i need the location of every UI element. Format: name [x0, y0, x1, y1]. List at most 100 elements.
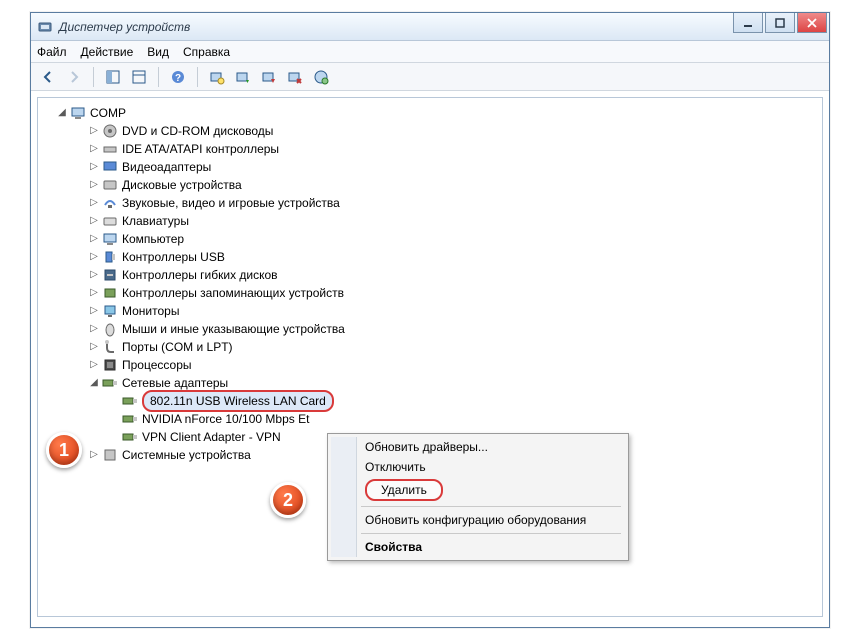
expander-icon[interactable]: ▷ — [88, 302, 100, 320]
category-label: Контроллеры запоминающих устройств — [122, 284, 344, 302]
toolbar: ? — [31, 63, 829, 91]
menu-help[interactable]: Справка — [183, 45, 230, 59]
device-category-icon — [102, 249, 118, 265]
tree-category[interactable]: ▷ Компьютер — [42, 230, 818, 248]
tree-category[interactable]: ▷ Контроллеры USB — [42, 248, 818, 266]
tree-category[interactable]: ▷ Контроллеры запоминающих устройств — [42, 284, 818, 302]
tree-root[interactable]: ◢ COMP — [42, 104, 818, 122]
category-label: DVD и CD-ROM дисководы — [122, 122, 273, 140]
expander-icon[interactable]: ▷ — [88, 284, 100, 302]
expander-icon[interactable]: ▷ — [88, 230, 100, 248]
category-label: Контроллеры гибких дисков — [122, 266, 278, 284]
network-card-icon — [122, 411, 138, 427]
show-hide-tree-button[interactable] — [102, 66, 124, 88]
tree-category[interactable]: ▷ Клавиатуры — [42, 212, 818, 230]
device-manager-window: Диспетчер устройств Файл Действие Вид Сп… — [30, 12, 830, 628]
category-label: Контроллеры USB — [122, 248, 225, 266]
device-category-icon — [102, 195, 118, 211]
expander-icon[interactable]: ▷ — [88, 122, 100, 140]
ctx-properties[interactable]: Свойства — [331, 537, 625, 557]
ctx-update-drivers[interactable]: Обновить драйверы... — [331, 437, 625, 457]
disable-button[interactable] — [258, 66, 280, 88]
expander-icon[interactable]: ▷ — [88, 194, 100, 212]
device-category-icon — [102, 177, 118, 193]
device-category-icon — [102, 339, 118, 355]
expander-icon[interactable]: ▷ — [88, 248, 100, 266]
menu-action[interactable]: Действие — [81, 45, 134, 59]
expander-icon[interactable]: ▷ — [88, 356, 100, 374]
device-category-icon — [102, 213, 118, 229]
help-button[interactable]: ? — [167, 66, 189, 88]
network-adapter-item[interactable]: 802.11n USB Wireless LAN Card — [42, 392, 818, 410]
ctx-delete[interactable]: Удалить — [365, 479, 443, 501]
category-label: Мониторы — [122, 302, 179, 320]
legacy-add-button[interactable] — [310, 66, 332, 88]
tree-category[interactable]: ▷ IDE ATA/ATAPI контроллеры — [42, 140, 818, 158]
app-icon — [37, 19, 53, 35]
minimize-button[interactable] — [733, 13, 763, 33]
expander-icon[interactable]: ▷ — [88, 140, 100, 158]
expander-icon[interactable]: ▷ — [88, 158, 100, 176]
callout-1: 1 — [46, 432, 82, 468]
category-label: Системные устройства — [122, 446, 251, 464]
tree-category[interactable]: ▷ Видеоадаптеры — [42, 158, 818, 176]
computer-icon — [70, 105, 86, 121]
expander-icon[interactable]: ◢ — [56, 104, 68, 122]
properties-button[interactable] — [128, 66, 150, 88]
tree-category[interactable]: ▷ Контроллеры гибких дисков — [42, 266, 818, 284]
tree-category[interactable]: ▷Порты (COM и LPT) — [42, 338, 818, 356]
network-card-icon — [122, 393, 138, 409]
device-category-icon — [102, 375, 118, 391]
tree-category[interactable]: ▷ DVD и CD-ROM дисководы — [42, 122, 818, 140]
nav-back-button[interactable] — [37, 66, 59, 88]
svg-text:?: ? — [175, 73, 181, 84]
menu-separator — [361, 533, 621, 534]
ctx-disable[interactable]: Отключить — [331, 457, 625, 477]
menu-separator — [361, 506, 621, 507]
device-label: VPN Client Adapter - VPN — [142, 428, 281, 446]
device-category-icon — [102, 159, 118, 175]
menu-view[interactable]: Вид — [147, 45, 169, 59]
category-label: Звуковые, видео и игровые устройства — [122, 194, 340, 212]
expander-icon[interactable]: ◢ — [88, 374, 100, 392]
maximize-button[interactable] — [765, 13, 795, 33]
context-menu: Обновить драйверы... Отключить Удалить О… — [327, 433, 629, 561]
menu-file[interactable]: Файл — [37, 45, 67, 59]
expander-icon[interactable]: ▷ — [88, 338, 100, 356]
tree-category[interactable]: ▷Мыши и иные указывающие устройства — [42, 320, 818, 338]
device-category-icon — [102, 303, 118, 319]
device-category-icon — [102, 267, 118, 283]
device-category-icon — [102, 231, 118, 247]
network-card-icon — [122, 429, 138, 445]
titlebar[interactable]: Диспетчер устройств — [31, 13, 829, 41]
category-label: Процессоры — [122, 356, 192, 374]
uninstall-button[interactable] — [284, 66, 306, 88]
category-label: Видеоадаптеры — [122, 158, 211, 176]
ctx-rescan[interactable]: Обновить конфигурацию оборудования — [331, 510, 625, 530]
expander-icon[interactable]: ▷ — [88, 320, 100, 338]
device-label: NVIDIA nForce 10/100 Mbps Et — [142, 410, 309, 428]
expander-icon[interactable]: ▷ — [88, 446, 100, 464]
update-driver-button[interactable] — [232, 66, 254, 88]
tree-category[interactable]: ▷ Звуковые, видео и игровые устройства — [42, 194, 818, 212]
menubar: Файл Действие Вид Справка — [31, 41, 829, 63]
window-title: Диспетчер устройств — [59, 20, 190, 34]
close-button[interactable] — [797, 13, 827, 33]
expander-icon[interactable]: ▷ — [88, 212, 100, 230]
expander-icon[interactable]: ▷ — [88, 266, 100, 284]
tree-category[interactable]: ▷ Мониторы — [42, 302, 818, 320]
device-category-icon — [102, 285, 118, 301]
category-label: IDE ATA/ATAPI контроллеры — [122, 140, 279, 158]
device-category-icon — [102, 321, 118, 337]
tree-category[interactable]: ▷Дисковые устройства — [42, 176, 818, 194]
selected-device[interactable]: 802.11n USB Wireless LAN Card — [142, 390, 334, 412]
chip-icon — [102, 447, 118, 463]
expander-icon[interactable]: ▷ — [88, 176, 100, 194]
scan-button[interactable] — [206, 66, 228, 88]
device-category-icon — [102, 357, 118, 373]
network-adapter-item[interactable]: NVIDIA nForce 10/100 Mbps Et — [42, 410, 818, 428]
category-label: Компьютер — [122, 230, 184, 248]
tree-category[interactable]: ▷ Процессоры — [42, 356, 818, 374]
nav-forward-button[interactable] — [63, 66, 85, 88]
category-label: Клавиатуры — [122, 212, 189, 230]
